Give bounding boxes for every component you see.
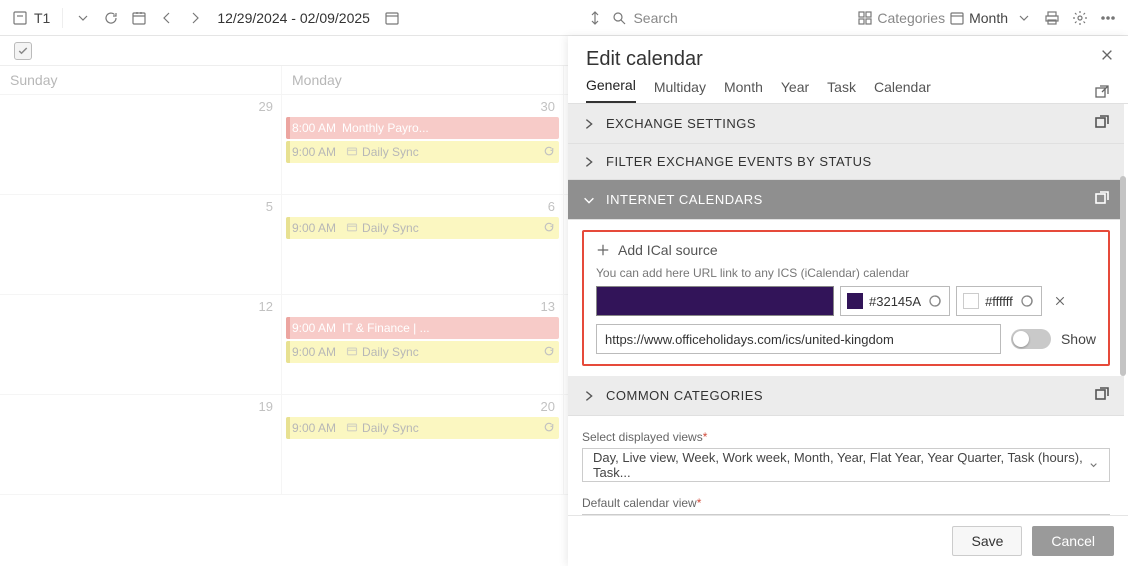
calendar-event[interactable]: 9:00 AMDaily Sync (286, 141, 559, 163)
add-ical-button[interactable]: Add ICal source (596, 242, 1096, 258)
view-selector[interactable]: Month (949, 10, 1008, 26)
recurring-icon (543, 221, 555, 236)
tab-year[interactable]: Year (781, 79, 809, 103)
day-cell[interactable]: 13 9:00 AMIT & Finance | ...9:00 AMDaily … (282, 295, 564, 395)
panel-title: Edit calendar (586, 48, 1110, 71)
recurring-icon (543, 421, 555, 436)
section-exchange-title: EXCHANGE SETTINGS (606, 116, 1084, 131)
ical-name-field[interactable] (596, 286, 834, 316)
today-icon[interactable] (127, 6, 151, 30)
color-fg-field[interactable]: #ffffff (956, 286, 1042, 316)
save-button[interactable]: Save (952, 526, 1022, 556)
day-number: 13 (541, 299, 555, 314)
calendar-icon[interactable] (380, 6, 404, 30)
cancel-button[interactable]: Cancel (1032, 526, 1114, 556)
refresh-icon[interactable] (99, 6, 123, 30)
show-toggle[interactable] (1011, 329, 1051, 349)
teams-icon (346, 345, 358, 360)
day-number: 29 (259, 99, 273, 114)
teams-icon (346, 145, 358, 160)
ical-url-value: https://www.officeholidays.com/ics/unite… (605, 332, 894, 347)
calendar-event[interactable]: 9:00 AMIT & Finance | ... (286, 317, 559, 339)
categories-label: Categories (877, 10, 945, 26)
next-icon[interactable] (183, 6, 207, 30)
day-number: 5 (266, 199, 273, 214)
day-cell[interactable]: 5 (0, 195, 282, 295)
open-external-icon[interactable] (1094, 84, 1110, 103)
add-ical-label: Add ICal source (618, 242, 718, 258)
ical-hint: You can add here URL link to any ICS (iC… (596, 266, 1096, 280)
prev-icon[interactable] (155, 6, 179, 30)
section-exchange[interactable]: EXCHANGE SETTINGS (568, 104, 1124, 143)
tab-indicator[interactable]: T1 (8, 10, 54, 26)
scrollbar[interactable] (1120, 176, 1126, 376)
day-number: 19 (259, 399, 273, 414)
teams-icon (346, 421, 358, 436)
displayed-views-value: Day, Live view, Week, Work week, Month, … (593, 450, 1088, 480)
settings-icon[interactable] (1068, 6, 1092, 30)
day-header: Sunday (0, 66, 282, 94)
day-cell[interactable]: 6 9:00 AMDaily Sync (282, 195, 564, 295)
color-bg-field[interactable]: #32145A (840, 286, 950, 316)
day-cell[interactable]: 12 (0, 295, 282, 395)
search-placeholder: Search (633, 10, 677, 26)
tab-month[interactable]: Month (724, 79, 763, 103)
section-common-title: COMMON CATEGORIES (606, 388, 1084, 403)
section-internet-title: INTERNET CALENDARS (606, 192, 1084, 207)
view-label: Month (969, 10, 1008, 26)
chevron-down-icon[interactable] (71, 6, 95, 30)
section-internet[interactable]: INTERNET CALENDARS (568, 180, 1124, 219)
show-label: Show (1061, 331, 1096, 347)
tab-general[interactable]: General (586, 77, 636, 103)
day-number: 30 (541, 99, 555, 114)
day-cell[interactable]: 19 (0, 395, 282, 495)
tab-multiday[interactable]: Multiday (654, 79, 706, 103)
calendar-event[interactable]: 9:00 AMDaily Sync (286, 417, 559, 439)
print-icon[interactable] (1040, 6, 1064, 30)
recurring-icon (543, 345, 555, 360)
color-bg-value: #32145A (869, 294, 921, 309)
view-dropdown-icon[interactable] (1012, 6, 1036, 30)
calendar-event[interactable]: 9:00 AMDaily Sync (286, 217, 559, 239)
calendar-event[interactable]: 9:00 AMDaily Sync (286, 341, 559, 363)
close-button[interactable] (1100, 48, 1114, 65)
remove-ical-button[interactable] (1048, 295, 1072, 307)
day-cell[interactable]: 20 9:00 AMDaily Sync (282, 395, 564, 495)
tab-calendar[interactable]: Calendar (874, 79, 931, 103)
displayed-views-label: Select displayed views (582, 430, 703, 444)
day-number: 6 (548, 199, 555, 214)
ical-url-input[interactable]: https://www.officeholidays.com/ics/unite… (596, 324, 1001, 354)
select-all-checkbox[interactable] (14, 42, 32, 60)
resize-icon[interactable] (583, 6, 607, 30)
section-filter-title: FILTER EXCHANGE EVENTS BY STATUS (606, 154, 1110, 169)
tab-name: T1 (34, 10, 50, 26)
recurring-icon (543, 145, 555, 160)
default-view-label: Default calendar view (582, 496, 697, 510)
more-icon[interactable] (1096, 6, 1120, 30)
tab-task[interactable]: Task (827, 79, 856, 103)
day-cell[interactable]: 29 (0, 95, 282, 195)
calendar-event[interactable]: 8:00 AMMonthly Payro... (286, 117, 559, 139)
section-common[interactable]: COMMON CATEGORIES (568, 376, 1124, 415)
section-filter[interactable]: FILTER EXCHANGE EVENTS BY STATUS (568, 144, 1124, 179)
day-header: Monday (282, 66, 564, 94)
displayed-views-select[interactable]: Day, Live view, Week, Work week, Month, … (582, 448, 1110, 482)
categories-button[interactable]: Categories (857, 10, 945, 26)
color-fg-value: #ffffff (985, 294, 1013, 309)
day-cell[interactable]: 30 8:00 AMMonthly Payro...9:00 AMDaily Sy… (282, 95, 564, 195)
day-number: 12 (259, 299, 273, 314)
teams-icon (346, 221, 358, 236)
date-range: 12/29/2024 - 02/09/2025 (217, 10, 370, 26)
search-input[interactable]: Search (611, 10, 677, 26)
day-number: 20 (541, 399, 555, 414)
